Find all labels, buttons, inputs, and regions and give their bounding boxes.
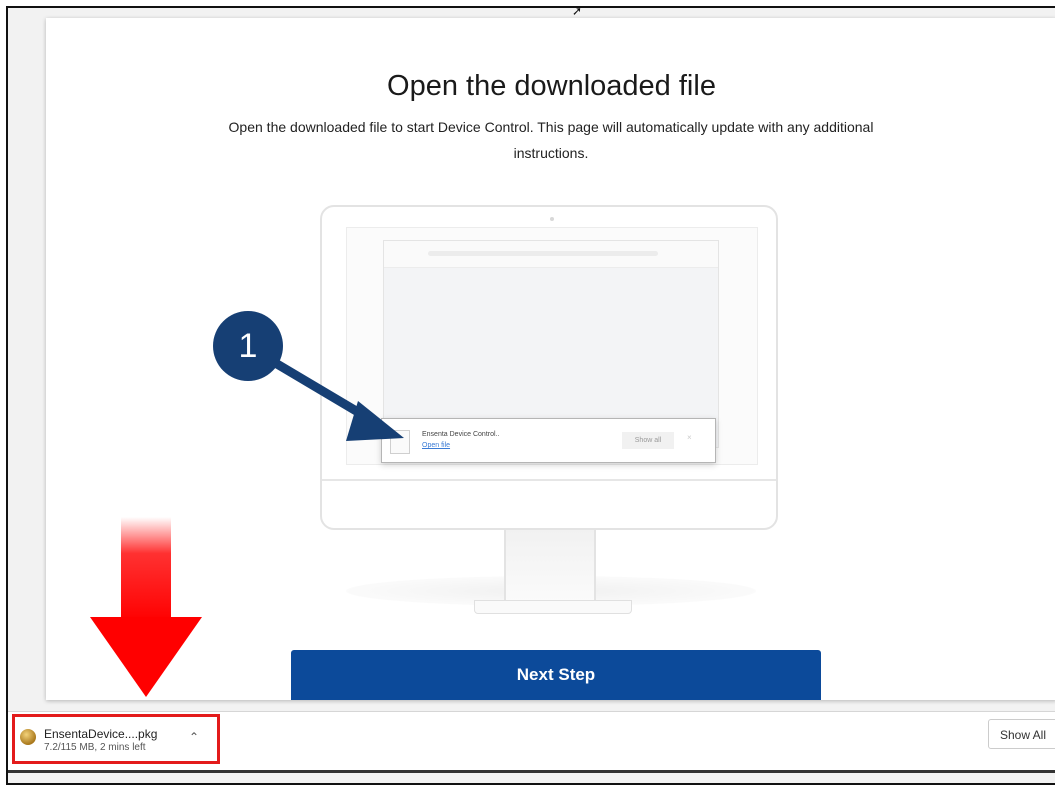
pkg-file-icon [20, 729, 36, 745]
download-status: 7.2/115 MB, 2 mins left [44, 742, 146, 753]
show-all-button[interactable]: Show All [988, 719, 1055, 749]
mouse-cursor-icon: ➚ [572, 4, 583, 18]
step-number-badge: 1 [213, 311, 283, 381]
download-filename: EnsentaDevice....pkg [44, 727, 158, 741]
download-bar: EnsentaDevice....pkg 7.2/115 MB, 2 mins … [8, 711, 1055, 773]
download-item[interactable]: EnsentaDevice....pkg 7.2/115 MB, 2 mins … [12, 714, 220, 764]
red-down-arrow [90, 517, 202, 697]
chevron-up-icon[interactable]: ⌃ [189, 730, 199, 744]
next-step-button[interactable]: Next Step [291, 650, 821, 700]
